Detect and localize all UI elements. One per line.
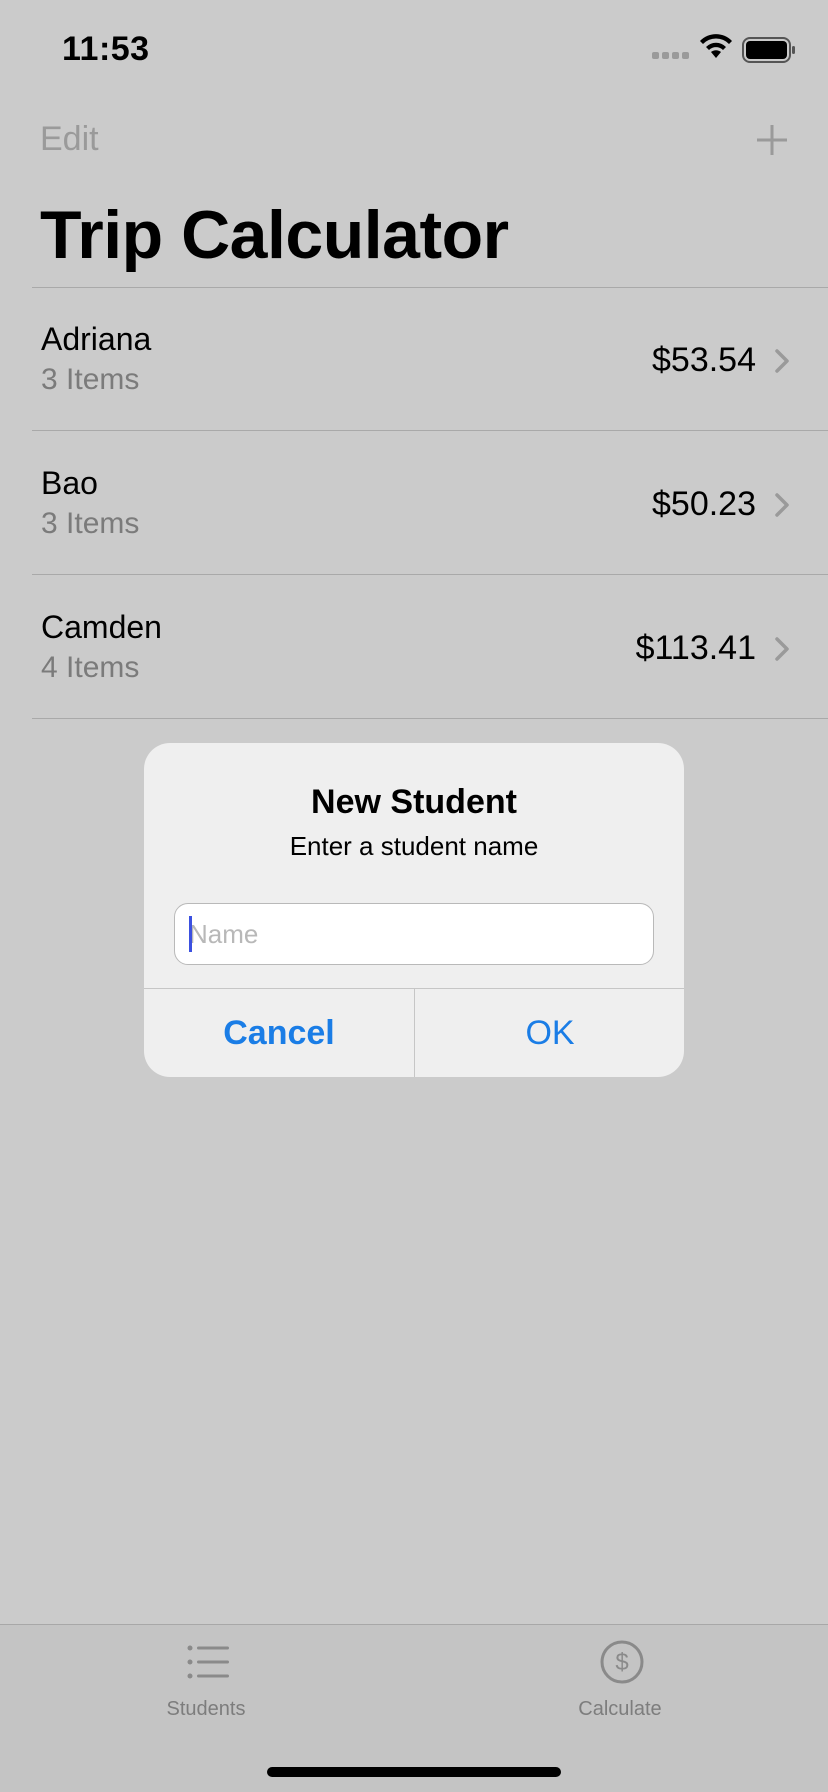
student-items-count: 3 Items: [41, 363, 140, 396]
status-bar: 11:53: [0, 0, 828, 100]
student-row-bao[interactable]: Bao 3 Items $50.23: [0, 431, 828, 575]
status-time: 11:53: [62, 30, 150, 68]
chevron-right-icon: [775, 349, 789, 373]
tab-students[interactable]: Students: [106, 1624, 306, 1734]
student-row-camden[interactable]: Camden 4 Items $113.41: [0, 575, 828, 719]
alert-title: New Student: [311, 783, 517, 821]
page-title: Trip Calculator: [40, 197, 509, 273]
dollar-circle-icon: $: [600, 1640, 644, 1684]
text-cursor: [189, 916, 192, 952]
student-name: Bao: [41, 465, 98, 501]
list-icon: [187, 1645, 229, 1679]
student-total: $50.23: [652, 485, 756, 523]
student-name: Camden: [41, 609, 162, 645]
chevron-right-icon: [775, 493, 789, 517]
student-items-count: 4 Items: [41, 651, 140, 684]
signal-icon: [652, 52, 689, 59]
student-total: $53.54: [652, 341, 756, 379]
cancel-button[interactable]: Cancel: [144, 989, 414, 1077]
edit-button[interactable]: Edit: [40, 120, 99, 159]
tab-label: Calculate: [578, 1698, 662, 1720]
tab-calculate[interactable]: $ Calculate: [520, 1624, 720, 1734]
new-student-alert: New Student Enter a student name Cancel …: [144, 743, 684, 1077]
alert-message: Enter a student name: [289, 831, 539, 861]
student-name: Adriana: [41, 321, 152, 357]
plus-icon[interactable]: [754, 122, 790, 158]
chevron-right-icon: [775, 637, 789, 661]
svg-text:$: $: [615, 1649, 628, 1676]
student-row-adriana[interactable]: Adriana 3 Items $53.54: [0, 287, 828, 431]
tab-label: Students: [166, 1698, 246, 1720]
home-indicator: [267, 1767, 561, 1777]
student-total: $113.41: [635, 629, 756, 667]
wifi-icon: [700, 34, 732, 58]
student-list: Adriana 3 Items $53.54 Bao 3 Items $50.2…: [0, 287, 828, 719]
student-name-input[interactable]: [174, 903, 654, 965]
student-items-count: 3 Items: [41, 507, 140, 540]
battery-icon: [742, 37, 795, 63]
ok-button[interactable]: OK: [415, 989, 684, 1077]
